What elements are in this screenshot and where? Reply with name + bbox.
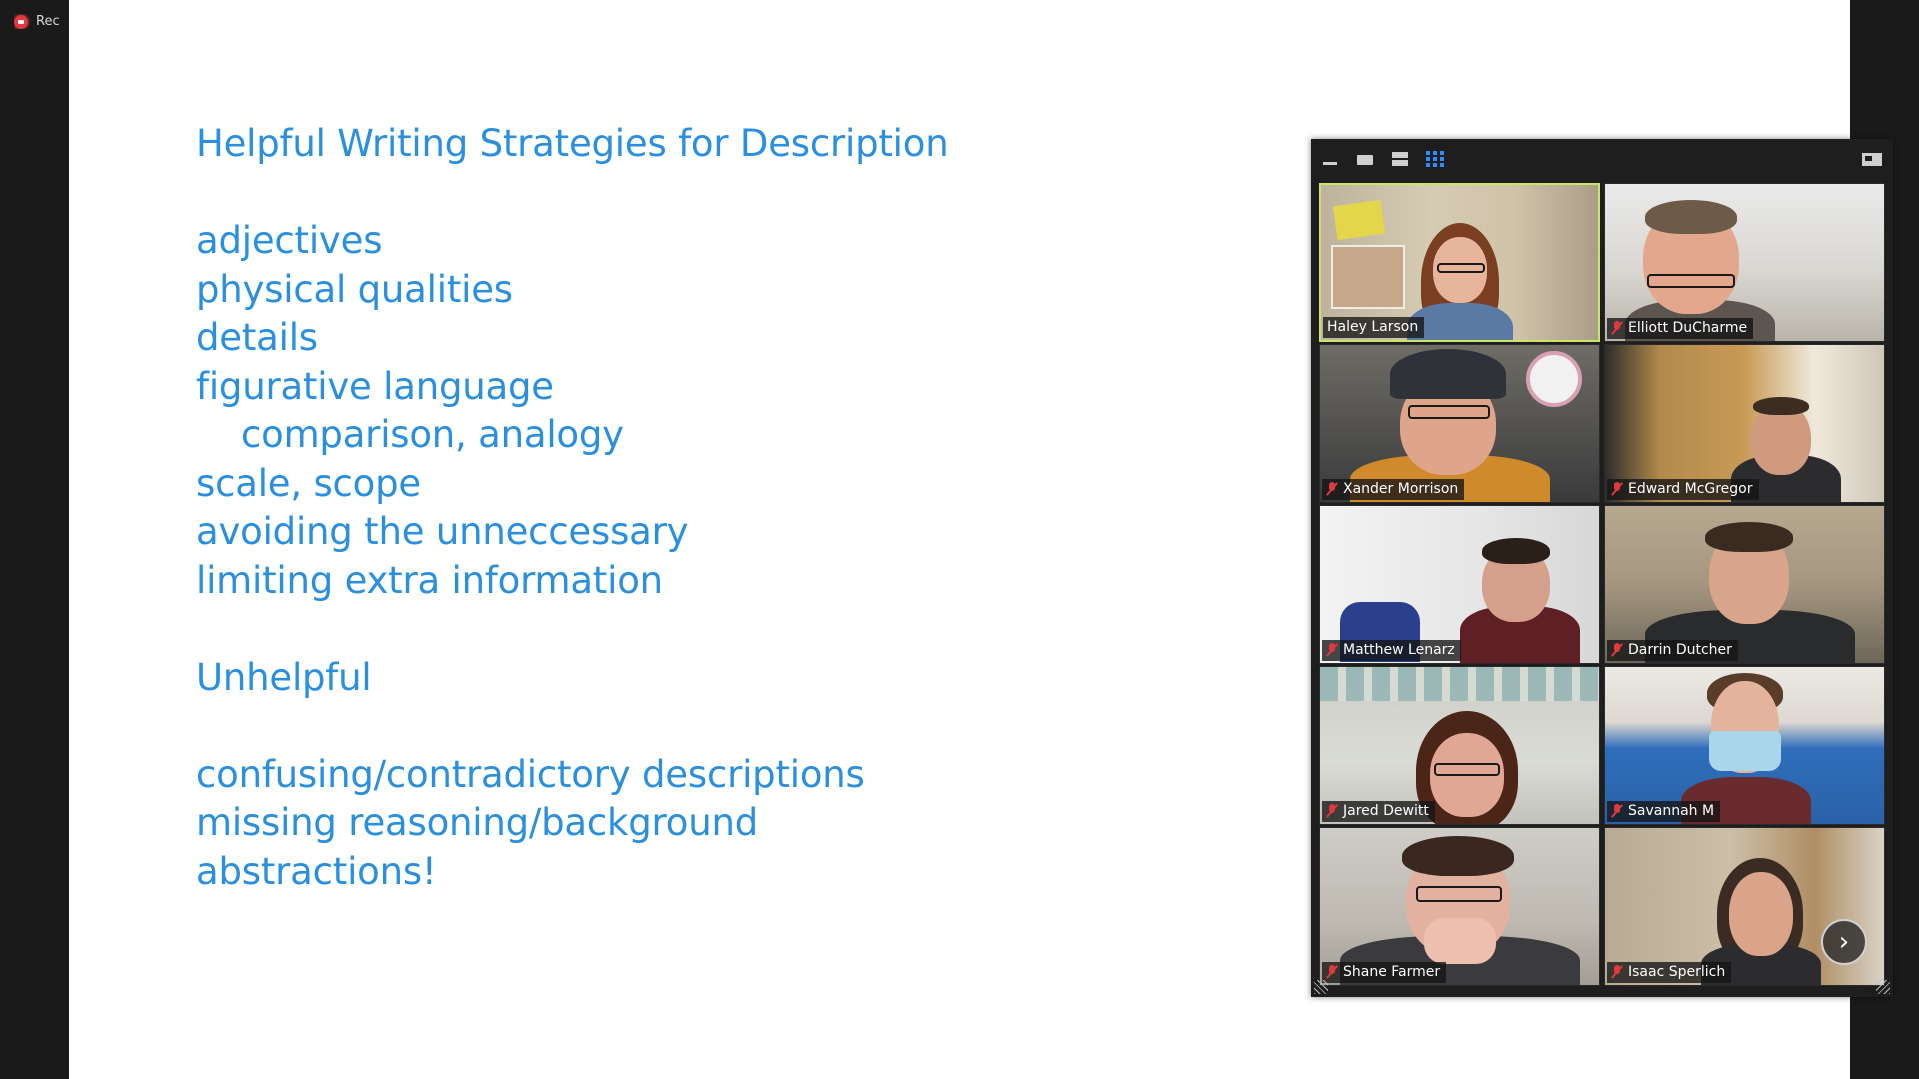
participant-name-tag: Darrin Dutcher (1607, 640, 1738, 661)
video-tile[interactable]: Haley Larson (1319, 183, 1600, 342)
slide-line: confusing/contradictory descriptions (196, 752, 865, 796)
recording-label: Rec (36, 14, 60, 29)
video-tile[interactable]: Savannah M (1604, 666, 1885, 825)
gallery-toolbar (1311, 139, 1893, 179)
slide-subline: comparison, analogy (241, 413, 624, 456)
participant-hair (1402, 836, 1514, 876)
glasses (1647, 274, 1735, 288)
exit-fullscreen-icon[interactable] (1862, 151, 1884, 167)
face-mask (1709, 731, 1781, 771)
muted-mic-icon (1611, 482, 1623, 496)
participant-name: Savannah M (1628, 803, 1715, 819)
video-tile[interactable]: Matthew Lenarz (1319, 505, 1600, 664)
participant-hands (1424, 918, 1496, 964)
glasses (1437, 263, 1485, 273)
participant-name: Shane Farmer (1343, 964, 1441, 980)
participant-name-tag: Haley Larson (1323, 317, 1425, 338)
glasses (1408, 405, 1490, 419)
muted-mic-icon (1611, 965, 1623, 979)
participant-name: Matthew Lenarz (1343, 642, 1455, 658)
participant-name: Jared Dewitt (1343, 803, 1429, 819)
participant-name: Haley Larson (1327, 319, 1419, 335)
participant-face (1729, 872, 1793, 956)
slide-line: adjectives (196, 219, 383, 262)
background-object (1332, 199, 1386, 241)
muted-mic-icon (1611, 321, 1623, 335)
video-tile[interactable]: Elliott DuCharme (1604, 183, 1885, 342)
participant-name: Isaac Sperlich (1628, 964, 1726, 980)
participant-name-tag: Shane Farmer (1322, 962, 1447, 983)
glasses (1416, 886, 1502, 902)
muted-mic-icon (1326, 482, 1338, 496)
slide-line: avoiding the unneccessary (196, 510, 689, 553)
participant-name: Darrin Dutcher (1628, 642, 1732, 658)
participant-name-tag: Xander Morrison (1322, 479, 1465, 500)
video-tile[interactable]: Jared Dewitt (1319, 666, 1600, 825)
gallery-grid-icon[interactable] (1426, 151, 1444, 167)
speaker-view-icon[interactable] (1356, 151, 1374, 167)
slide-blank (196, 169, 948, 218)
participant-hair (1482, 538, 1550, 564)
record-icon (14, 14, 28, 29)
slide-title: Helpful Writing Strategies for Descripti… (196, 122, 949, 165)
participant-hair (1645, 200, 1737, 234)
slide-line: figurative language (196, 364, 554, 408)
slide-heading-unhelpful: Unhelpful (196, 655, 372, 699)
slide-line: abstractions! (196, 849, 437, 893)
video-tile[interactable]: Darrin Dutcher (1604, 505, 1885, 664)
resize-handle-icon[interactable] (1314, 980, 1328, 994)
video-tiles-grid: Haley Larson Elliott DuCharme Xander Mor… (1319, 183, 1885, 986)
slide-line: limiting extra information (196, 558, 663, 602)
slide-line: physical qualities (196, 267, 513, 311)
chevron-right-icon: › (1838, 927, 1850, 957)
glasses (1434, 763, 1500, 776)
participant-cap (1390, 349, 1506, 399)
muted-mic-icon (1611, 804, 1623, 818)
participant-hair (1753, 397, 1809, 415)
slide-line: scale, scope (196, 461, 421, 505)
participant-name-tag: Jared Dewitt (1322, 801, 1435, 822)
muted-mic-icon (1326, 804, 1338, 818)
slide-blank (196, 605, 948, 654)
video-tile[interactable]: Shane Farmer (1319, 827, 1600, 986)
participant-name-tag: Elliott DuCharme (1607, 318, 1754, 339)
recording-indicator[interactable]: Rec (14, 14, 70, 29)
slide-line: missing reasoning/background (196, 801, 758, 844)
slide-line: details (196, 316, 318, 359)
participant-name-tag: Edward McGregor (1607, 479, 1759, 500)
resize-handle-icon[interactable] (1876, 980, 1890, 994)
video-tile[interactable]: Edward McGregor (1604, 344, 1885, 503)
next-page-button[interactable]: › (1821, 919, 1867, 965)
slide-content: Helpful Writing Strategies for Descripti… (196, 120, 949, 896)
participant-hair (1705, 522, 1793, 552)
participant-name-tag: Isaac Sperlich (1607, 962, 1732, 983)
background-poster (1320, 667, 1599, 701)
muted-mic-icon (1326, 965, 1338, 979)
muted-mic-icon (1611, 643, 1623, 657)
participant-name-tag: Savannah M (1607, 801, 1721, 822)
participant-name: Elliott DuCharme (1628, 320, 1748, 336)
participant-name: Edward McGregor (1628, 481, 1753, 497)
participant-name: Xander Morrison (1343, 481, 1459, 497)
strip-view-icon[interactable] (1391, 151, 1409, 167)
video-tile[interactable]: Xander Morrison (1319, 344, 1600, 503)
gallery-view-panel[interactable]: Haley Larson Elliott DuCharme Xander Mor… (1311, 139, 1893, 997)
participant-name-tag: Matthew Lenarz (1322, 640, 1461, 661)
muted-mic-icon (1326, 643, 1338, 657)
background-object (1331, 245, 1405, 309)
slide-blank (196, 702, 948, 751)
minimize-icon[interactable] (1321, 151, 1339, 167)
clock-object (1526, 351, 1582, 407)
